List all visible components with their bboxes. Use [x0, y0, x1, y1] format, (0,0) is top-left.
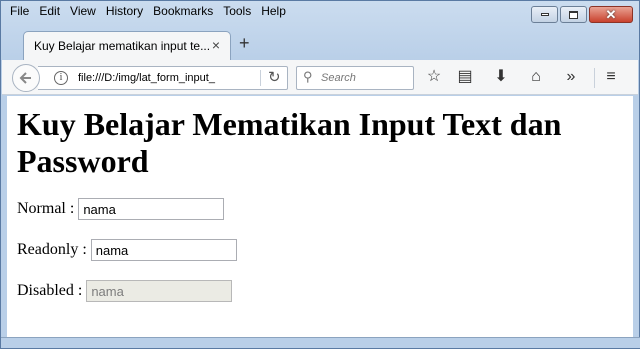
- close-window-button[interactable]: ✕: [589, 6, 633, 23]
- disabled-label: Disabled :: [17, 282, 83, 299]
- menu-bookmarks[interactable]: Bookmarks: [148, 3, 218, 21]
- download-icon[interactable]: ⬇: [490, 66, 512, 88]
- new-tab-button[interactable]: +: [239, 33, 250, 53]
- tab-active[interactable]: Kuy Belajar mematikan input te... ×: [23, 31, 231, 61]
- maximize-button[interactable]: [560, 6, 587, 23]
- menu-view[interactable]: View: [65, 3, 101, 21]
- star-icon[interactable]: ☆: [423, 66, 445, 88]
- info-icon[interactable]: i: [54, 71, 68, 85]
- maximize-icon: [569, 10, 578, 19]
- search-icon: ⚲: [303, 69, 313, 84]
- tab-title: Kuy Belajar mematikan input te...: [34, 39, 211, 53]
- readonly-label: Readonly :: [17, 241, 87, 258]
- readonly-row: Readonly :: [17, 239, 237, 261]
- page-title: Kuy Belajar Mematikan Input Text dan Pas…: [17, 106, 562, 179]
- back-button[interactable]: [12, 64, 40, 92]
- window-frame-bottom: [1, 337, 640, 348]
- menu-bar: File Edit View History Bookmarks Tools H…: [5, 3, 291, 21]
- reload-icon[interactable]: ↻: [268, 68, 281, 86]
- page-content: Kuy Belajar Mematikan Input Text dan Pas…: [7, 96, 633, 339]
- close-icon: ✕: [605, 7, 617, 22]
- disabled-input: [86, 280, 233, 302]
- overflow-icon[interactable]: »: [560, 66, 582, 88]
- window-controls: ✕: [531, 6, 633, 23]
- tab-close-icon[interactable]: ×: [212, 37, 220, 53]
- toolbar-divider: [594, 68, 595, 88]
- menu-help[interactable]: Help: [256, 3, 291, 21]
- disabled-row: Disabled :: [17, 280, 233, 302]
- menu-icon[interactable]: ≡: [600, 66, 622, 88]
- back-icon: [19, 72, 31, 84]
- menu-file[interactable]: File: [5, 3, 34, 21]
- home-icon[interactable]: ⌂: [525, 66, 547, 88]
- url-divider: [260, 70, 261, 86]
- url-text: file:///D:/img/lat_form_input_: [78, 72, 215, 84]
- navigation-toolbar: i file:///D:/img/lat_form_input_ ↻ ⚲ Sea…: [2, 60, 638, 95]
- minimize-button[interactable]: [531, 6, 558, 23]
- url-bar[interactable]: i file:///D:/img/lat_form_input_ ↻: [38, 66, 288, 90]
- readonly-input[interactable]: [90, 239, 237, 261]
- normal-input[interactable]: [78, 198, 225, 220]
- reading-list-icon[interactable]: ▤: [454, 66, 476, 88]
- browser-window: File Edit View History Bookmarks Tools H…: [0, 0, 640, 349]
- search-input[interactable]: ⚲ Search: [296, 66, 414, 90]
- normal-label: Normal :: [17, 200, 75, 217]
- menu-history[interactable]: History: [101, 3, 148, 21]
- search-placeholder: Search: [321, 72, 356, 84]
- minimize-icon: [540, 13, 549, 16]
- menu-tools[interactable]: Tools: [218, 3, 256, 21]
- menu-edit[interactable]: Edit: [34, 3, 65, 21]
- normal-row: Normal :: [17, 198, 225, 220]
